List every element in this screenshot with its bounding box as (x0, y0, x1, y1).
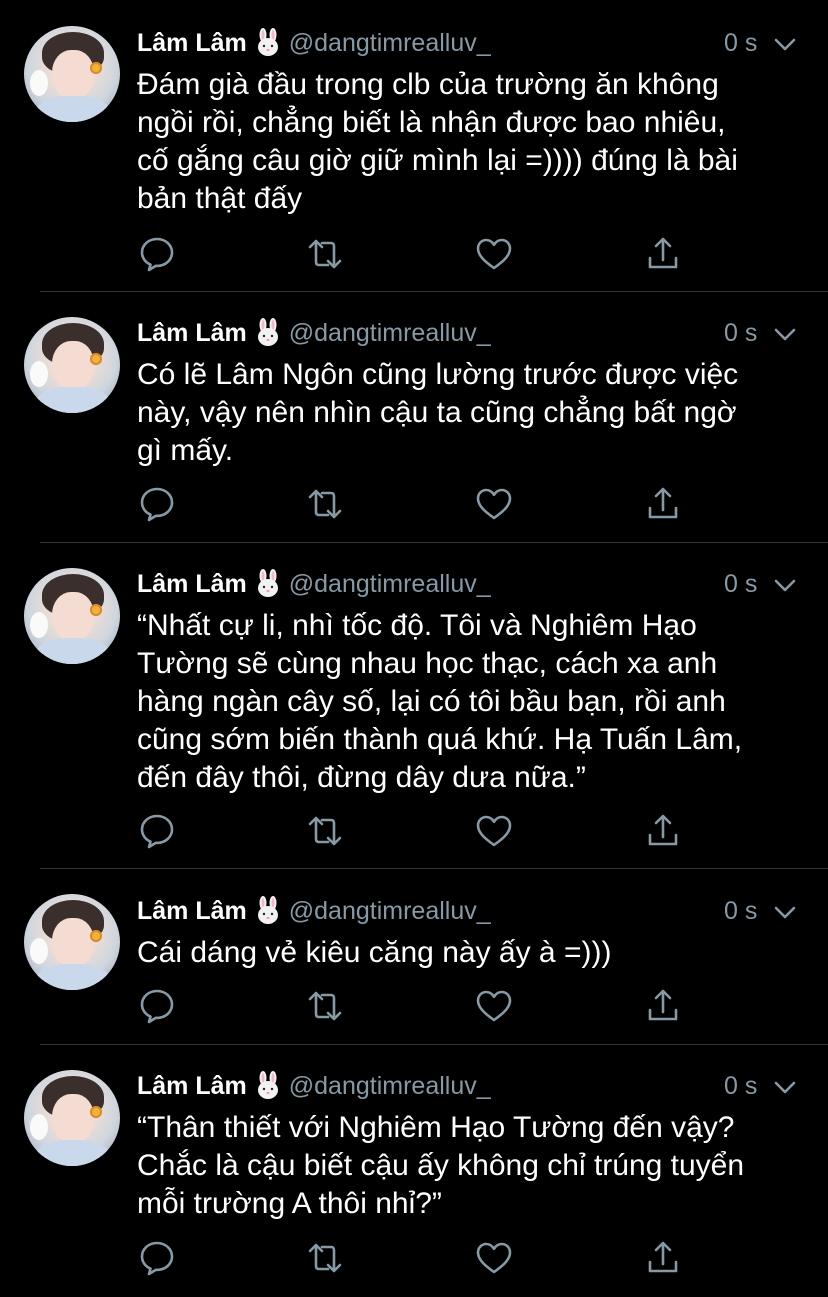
tweet-header: Lâm Lâm @dangtimrealluv_ (137, 318, 491, 348)
like-icon (476, 990, 512, 1022)
share-icon (648, 814, 678, 846)
retweet-button[interactable] (305, 811, 345, 851)
reply-icon (140, 814, 174, 849)
avatar[interactable] (24, 1070, 120, 1166)
like-button[interactable] (474, 811, 514, 851)
tweet-text: Có lẽ Lâm Ngôn cũng lường trước được việ… (137, 358, 739, 467)
retweet-icon (308, 1243, 342, 1273)
avatar[interactable] (24, 894, 120, 990)
user-handle[interactable]: @dangtimrealluv_ (289, 29, 491, 57)
display-name[interactable]: Lâm Lâm (137, 1072, 247, 1100)
reply-button[interactable] (137, 234, 177, 274)
reply-icon (140, 237, 174, 272)
reply-icon (140, 1241, 174, 1276)
tweet[interactable]: Lâm Lâm @dangtimrealluv_ 0 s Cái dáng vẻ … (0, 869, 828, 1045)
share-button[interactable] (643, 484, 683, 524)
user-handle[interactable]: @dangtimrealluv_ (289, 897, 491, 925)
like-icon (476, 1242, 512, 1274)
reply-icon (140, 989, 174, 1024)
share-button[interactable] (643, 986, 683, 1026)
tweet-actions (137, 986, 697, 1026)
rabbit-face-icon (257, 318, 278, 346)
retweet-button[interactable] (305, 484, 345, 524)
display-name[interactable]: Lâm Lâm (137, 29, 247, 57)
rabbit-face-icon (257, 569, 278, 597)
avatar[interactable] (24, 26, 120, 122)
retweet-icon (308, 489, 342, 519)
tweet-header: Lâm Lâm @dangtimrealluv_ (137, 896, 491, 926)
avatar[interactable] (24, 568, 120, 664)
like-icon (476, 238, 512, 270)
timestamp: 0 s (724, 897, 758, 925)
reply-button[interactable] (137, 986, 177, 1026)
share-icon (648, 1241, 678, 1273)
like-button[interactable] (474, 986, 514, 1026)
user-handle[interactable]: @dangtimrealluv_ (289, 570, 491, 598)
tweet-text: Đám già đầu trong clb của trường ăn khôn… (137, 68, 738, 215)
timestamp: 0 s (724, 319, 758, 347)
chevron-down-icon[interactable] (772, 573, 798, 599)
tweet-actions (137, 484, 697, 524)
share-button[interactable] (643, 234, 683, 274)
chevron-down-icon[interactable] (772, 322, 798, 348)
reply-button[interactable] (137, 484, 177, 524)
retweet-button[interactable] (305, 1238, 345, 1278)
tweet-header: Lâm Lâm @dangtimrealluv_ (137, 569, 491, 599)
timestamp: 0 s (724, 29, 758, 57)
tweet-header: Lâm Lâm @dangtimrealluv_ (137, 1071, 491, 1101)
share-icon (648, 487, 678, 519)
share-button[interactable] (643, 811, 683, 851)
retweet-icon (308, 816, 342, 846)
tweet[interactable]: Lâm Lâm @dangtimrealluv_ 0 s Đám già đầu … (0, 0, 828, 292)
reply-icon (140, 487, 174, 522)
tweet[interactable]: Lâm Lâm @dangtimrealluv_ 0 s “Thân thiết … (0, 1045, 828, 1297)
tweet-header: Lâm Lâm @dangtimrealluv_ (137, 28, 491, 58)
tweet-text: Cái dáng vẻ kiêu căng này ấy à =))) (137, 936, 612, 969)
tweet[interactable]: Lâm Lâm @dangtimrealluv_ 0 s Có lẽ Lâm Ng… (0, 292, 828, 543)
retweet-icon (308, 239, 342, 269)
like-button[interactable] (474, 234, 514, 274)
chevron-down-icon[interactable] (772, 900, 798, 926)
tweet-text: “Thân thiết với Nghiêm Hạo Tường đến vậy… (137, 1111, 745, 1220)
tweet-actions (137, 1238, 697, 1278)
timestamp: 0 s (724, 570, 758, 598)
rabbit-face-icon (257, 896, 278, 924)
display-name[interactable]: Lâm Lâm (137, 570, 247, 598)
user-handle[interactable]: @dangtimrealluv_ (289, 319, 491, 347)
reply-button[interactable] (137, 1238, 177, 1278)
tweet-text: “Nhất cự li, nhì tốc độ. Tôi và Nghiêm H… (137, 609, 743, 794)
share-button[interactable] (643, 1238, 683, 1278)
like-button[interactable] (474, 1238, 514, 1278)
tweet-actions (137, 811, 697, 851)
share-icon (648, 989, 678, 1021)
rabbit-face-icon (257, 1071, 278, 1099)
display-name[interactable]: Lâm Lâm (137, 319, 247, 347)
like-button[interactable] (474, 484, 514, 524)
chevron-down-icon[interactable] (772, 1075, 798, 1101)
avatar[interactable] (24, 317, 120, 413)
like-icon (476, 488, 512, 520)
display-name[interactable]: Lâm Lâm (137, 897, 247, 925)
retweet-button[interactable] (305, 986, 345, 1026)
timestamp: 0 s (724, 1072, 758, 1100)
retweet-button[interactable] (305, 234, 345, 274)
reply-button[interactable] (137, 811, 177, 851)
tweet-actions (137, 234, 697, 274)
share-icon (648, 237, 678, 269)
like-icon (476, 815, 512, 847)
retweet-icon (308, 991, 342, 1021)
chevron-down-icon[interactable] (772, 32, 798, 58)
tweet[interactable]: Lâm Lâm @dangtimrealluv_ 0 s “Nhất cự li,… (0, 543, 828, 869)
rabbit-face-icon (257, 28, 278, 56)
user-handle[interactable]: @dangtimrealluv_ (289, 1072, 491, 1100)
